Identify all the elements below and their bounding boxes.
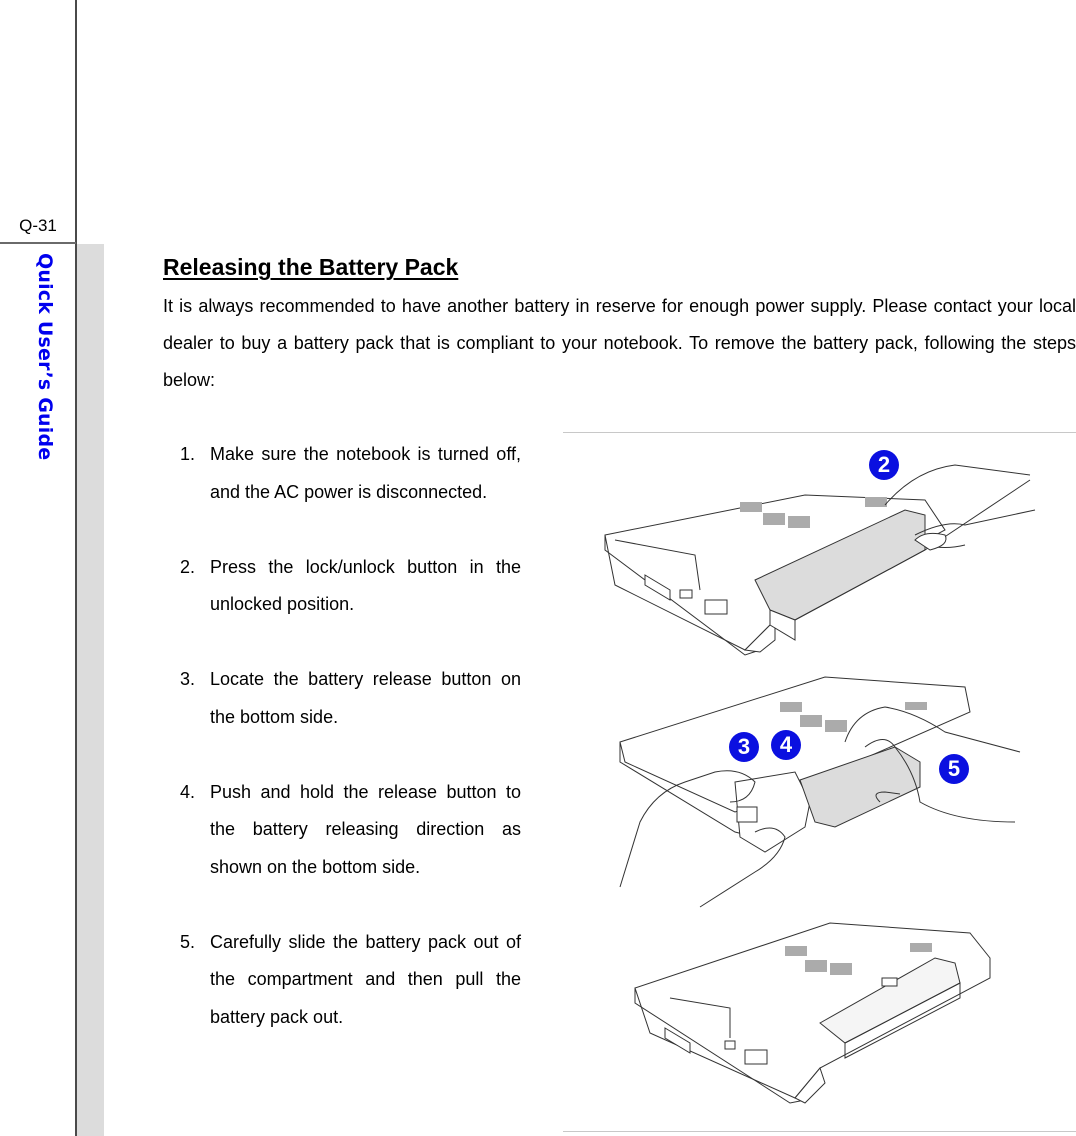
section-heading: Releasing the Battery Pack	[163, 254, 459, 280]
intro-paragraph: It is always recommended to have another…	[163, 296, 1076, 390]
step-text: Carefully slide the battery pack out of …	[210, 931, 521, 1027]
step-item: 1. Make sure the notebook is turned off, …	[163, 436, 521, 511]
step-badge-4: 4	[771, 730, 801, 760]
step-item: 3. Locate the battery release button on t…	[163, 661, 521, 736]
figure-battery-removed	[630, 918, 1000, 1108]
steps-list: 1. Make sure the notebook is turned off, …	[163, 436, 521, 1074]
figure-battery-release: 3 4 5	[615, 672, 1025, 912]
step-text: Press the lock/unlock button in the unlo…	[210, 556, 521, 615]
side-title: Quick User’s Guide	[34, 253, 56, 461]
step-number: 1.	[180, 444, 196, 464]
step-number: 4.	[180, 781, 196, 802]
step-badge-2: 2	[869, 450, 899, 480]
step-item: 2. Press the lock/unlock button in the un…	[163, 549, 521, 624]
step-text: Make sure the notebook is turned off, an…	[210, 444, 521, 502]
step-badge-5: 5	[939, 754, 969, 784]
step-number: 2.	[180, 556, 196, 577]
step-badge-3: 3	[729, 732, 759, 762]
figure-battery-lock: 2	[585, 440, 1045, 660]
step-item: 4. Push and hold the release button to th…	[163, 774, 521, 887]
step-text: Locate the battery release button on the…	[210, 669, 521, 727]
step-number: 5.	[180, 931, 196, 952]
step-text: Push and hold the release button to the …	[210, 781, 521, 877]
laptop-empty-bay-illustration	[634, 922, 991, 1104]
margin-gray-band	[77, 244, 104, 1136]
page-number-divider	[0, 242, 76, 244]
step-number: 3.	[180, 669, 196, 689]
figure-bottom-rule	[563, 1131, 1076, 1132]
figure-top-rule	[563, 432, 1076, 433]
laptop-illustration	[604, 464, 1036, 656]
page-number: Q-31	[19, 216, 57, 235]
step-item: 5. Carefully slide the battery pack out o…	[163, 924, 521, 1037]
laptop-hands-illustration	[619, 676, 1021, 908]
